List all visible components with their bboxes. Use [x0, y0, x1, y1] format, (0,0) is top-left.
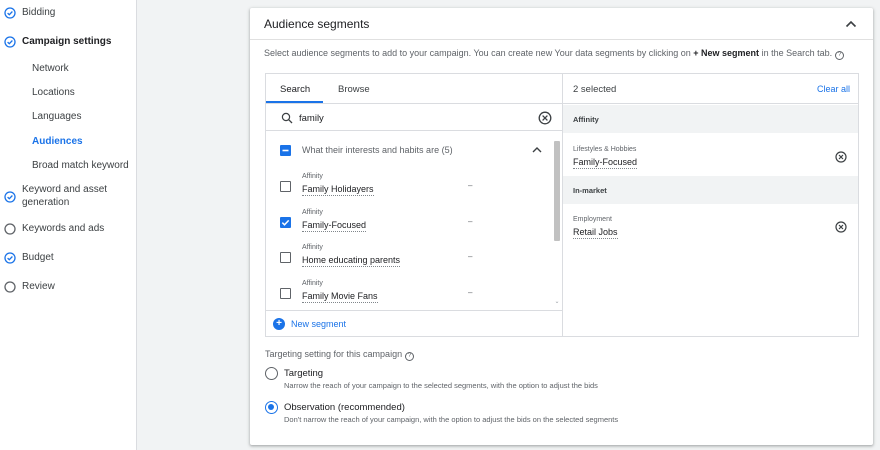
selected-count: 2 selected [573, 84, 617, 95]
nav-item-keyword-asset-generation[interactable]: Keyword and asset generation [0, 184, 137, 210]
item-name: Family-Focused [302, 220, 367, 232]
group-checkbox[interactable] [280, 145, 291, 156]
desc-text: Select audience segments to add to your … [264, 48, 694, 58]
list-item[interactable]: Affinity Family Holidayers – [266, 173, 552, 209]
card-description: Select audience segments to add to your … [264, 48, 845, 60]
chevron-up-icon[interactable] [843, 16, 859, 32]
help-icon[interactable]: ? [835, 51, 845, 60]
results-scrollbar[interactable]: ⌄ [553, 138, 561, 306]
scroll-down-icon[interactable]: ⌄ [553, 298, 561, 306]
sub-item-broad-match-keyword[interactable]: Broad match keyword [32, 160, 129, 172]
targeting-radio[interactable] [265, 367, 278, 380]
targeting-title-text: Targeting setting for this campaign [265, 349, 403, 359]
item-category: Affinity [302, 173, 323, 180]
audience-segments-card: Audience segments Select audience segmen… [250, 8, 873, 445]
nav-label: Campaign settings [22, 36, 112, 47]
nav-label-line1: Keyword and asset [22, 184, 108, 195]
plus-icon: + [273, 318, 285, 330]
observation-radio[interactable] [265, 401, 278, 414]
desc-text-end: in the Search tab. [759, 48, 833, 58]
section-heading-label: Affinity [573, 115, 599, 124]
tab-search[interactable]: Search [280, 84, 310, 95]
clear-all-link[interactable]: Clear all [817, 84, 850, 94]
nav-label-line2: generation [22, 197, 70, 208]
card-title: Audience segments [264, 17, 370, 31]
help-icon[interactable]: ? [405, 352, 415, 361]
item-checkbox[interactable] [280, 217, 291, 228]
sidebar: Bidding Campaign settings Network Locati… [0, 0, 137, 450]
item-name: Home educating parents [302, 255, 401, 267]
result-group-header[interactable]: What their interests and habits are (5) [266, 132, 552, 168]
selected-item-name: Family-Focused [573, 157, 638, 169]
nav-label: Keywords and ads [22, 223, 105, 234]
section-heading: Affinity [563, 105, 858, 133]
nav-label: Review [22, 281, 55, 292]
observation-option-label: Observation (recommended) [284, 402, 405, 413]
section-heading: In-market [563, 176, 858, 204]
remove-icon[interactable] [835, 221, 847, 233]
list-item[interactable]: Affinity Home educating parents – [266, 244, 552, 280]
item-reach: – [468, 288, 473, 297]
sub-item-network[interactable]: Network [32, 63, 69, 75]
nav-label: Budget [22, 252, 54, 263]
selected-item-name: Retail Jobs [573, 227, 618, 239]
item-checkbox[interactable] [280, 181, 291, 192]
list-item[interactable]: Affinity Family Movie Fans – [266, 280, 552, 309]
sub-item-audiences[interactable]: Audiences [32, 136, 83, 148]
selected-item-category: Employment [573, 216, 612, 223]
check-circle-icon [4, 191, 16, 203]
item-checkbox[interactable] [280, 288, 291, 299]
selected-item: Employment Retail Jobs [563, 216, 858, 258]
chevron-up-icon[interactable] [531, 145, 543, 155]
search-input[interactable] [299, 110, 499, 126]
targeting-option-desc: Narrow the reach of your campaign to the… [284, 381, 598, 390]
clear-search-icon[interactable] [538, 111, 552, 125]
tab-browse[interactable]: Browse [338, 84, 370, 95]
check-circle-icon [4, 36, 16, 48]
item-checkbox[interactable] [280, 252, 291, 263]
scroll-thumb[interactable] [554, 141, 560, 241]
check-icon [281, 219, 289, 226]
new-segment-button[interactable]: + New segment [266, 310, 562, 336]
item-reach: – [468, 181, 473, 190]
check-circle-icon [4, 7, 16, 19]
item-category: Affinity [302, 280, 323, 287]
targeting-option-label: Targeting [284, 368, 324, 379]
item-name: Family Movie Fans [302, 291, 378, 303]
selected-item-category: Lifestyles & Hobbies [573, 146, 637, 153]
empty-circle-icon [4, 281, 16, 293]
sub-item-languages[interactable]: Languages [32, 111, 82, 123]
active-tab-indicator [266, 101, 323, 103]
indeterminate-icon [282, 149, 288, 151]
selected-pane: 2 selected Clear all Affinity Lifestyles… [563, 74, 858, 336]
new-segment-label: New segment [291, 319, 347, 329]
sub-item-locations[interactable]: Locations [32, 87, 75, 99]
item-reach: – [468, 252, 473, 261]
group-label: What their interests and habits are (5) [302, 145, 453, 155]
search-bar [266, 105, 562, 131]
desc-bold: + New segment [693, 48, 760, 58]
results-list: What their interests and habits are (5) … [266, 132, 562, 309]
search-pane: Search Browse What their interests and h… [266, 74, 563, 336]
tab-bar: Search Browse [266, 74, 562, 104]
item-category: Affinity [302, 209, 323, 216]
segment-picker: Search Browse What their interests and h… [265, 73, 859, 337]
empty-circle-icon [4, 223, 16, 235]
search-icon [281, 112, 293, 124]
item-category: Affinity [302, 244, 323, 251]
nav-label: Bidding [22, 7, 56, 18]
item-reach: – [468, 217, 473, 226]
targeting-title: Targeting setting for this campaign? [265, 349, 415, 361]
item-name: Family Holidayers [302, 184, 374, 196]
divider [250, 39, 873, 40]
selected-header: 2 selected Clear all [563, 74, 858, 104]
section-heading-label: In-market [573, 186, 607, 195]
remove-icon[interactable] [835, 151, 847, 163]
observation-option-desc: Don't narrow the reach of your campaign,… [284, 415, 619, 424]
check-circle-icon [4, 252, 16, 264]
list-item[interactable]: Affinity Family-Focused – [266, 209, 552, 245]
